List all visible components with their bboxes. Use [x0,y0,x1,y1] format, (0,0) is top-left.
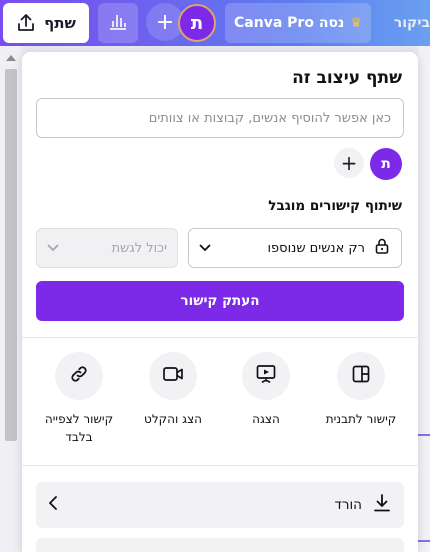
insights-button[interactable] [98,3,138,43]
user-avatar[interactable]: ת [178,4,216,42]
review-link[interactable]: ביקור [378,3,430,43]
chevron-down-icon [47,241,59,256]
canvas-edge [418,46,430,552]
download-icon [372,493,392,517]
copy-link-button[interactable]: העתק קישור [36,281,404,321]
permission-label: יכול לגשת [111,240,167,256]
present-option[interactable]: הצגה [227,352,305,428]
invite-people-input[interactable] [36,98,404,138]
link-sharing-title: שיתוף קישורים מוגבל [268,198,402,214]
upload-icon [16,13,36,33]
permission-dropdown[interactable]: יכול לגשת [36,228,178,268]
divider [22,465,418,466]
present-and-record-option[interactable]: הצג והקלט [134,352,212,428]
chevron-down-icon [199,241,211,256]
scrollbar-thumb[interactable] [5,69,17,441]
chevron-left-icon [48,495,58,515]
share-panel: שתף עיצוב זה ת + שיתוף קישורים מוגבל רק … [22,52,418,552]
template-link-option[interactable]: קישור לתבנית [322,352,400,428]
link-access-label: רק אנשים שנוספו [267,240,365,256]
crown-icon: ♛ [350,15,362,31]
plus-icon: + [340,151,358,175]
link-access-dropdown[interactable]: רק אנשים שנוספו [188,228,402,268]
divider [22,337,418,338]
panel-title: שתף עיצוב זה [292,68,402,88]
template-icon [351,364,371,388]
view-only-link-option[interactable]: קישור לצפייה בלבד [40,352,118,446]
lock-icon [373,237,391,259]
canvas-guide [418,434,430,436]
download-option[interactable]: הורד [36,482,404,528]
bar-chart-icon [108,12,128,34]
scroll-up-arrow-icon[interactable] [6,55,16,61]
share-label: שתף [44,14,76,32]
canva-pro-label: נסה Canva Pro [234,15,345,31]
link-icon [68,363,90,389]
video-icon [162,365,184,387]
download-label: הורד [334,497,363,513]
member-avatar[interactable]: ת [370,148,402,180]
present-icon [255,363,277,389]
share-button[interactable]: שתף [3,3,89,43]
more-options-row[interactable] [36,538,404,552]
canvas-guide [418,540,430,542]
plus-icon: + [155,9,175,35]
try-canva-pro-button[interactable]: ♛ נסה Canva Pro [225,3,371,43]
add-member-button[interactable]: + [334,148,364,178]
